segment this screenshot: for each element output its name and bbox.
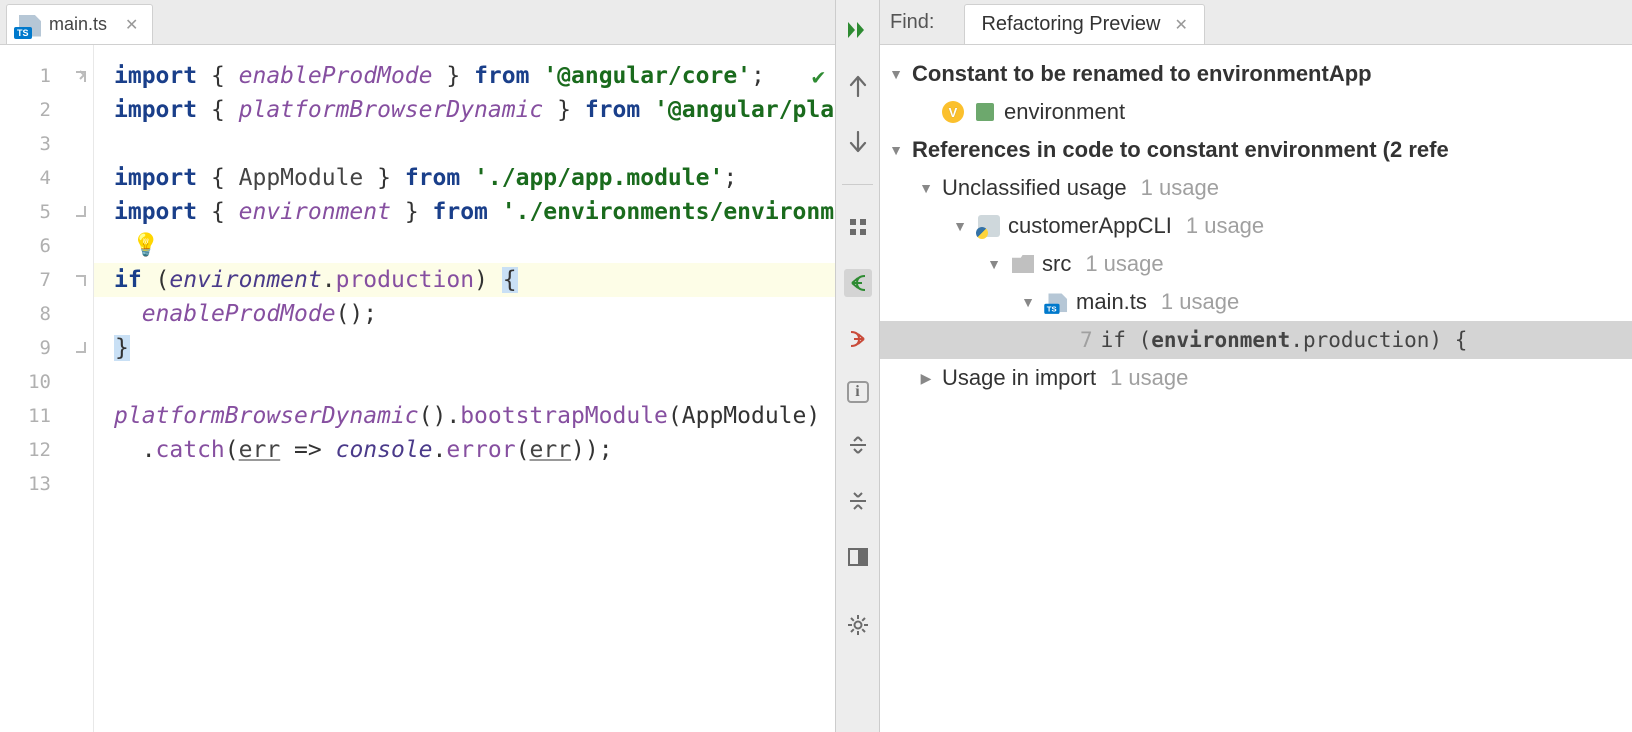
merge-right-icon[interactable]: [844, 325, 872, 353]
expand-icon[interactable]: [844, 487, 872, 515]
fold-marker-icon[interactable]: [75, 69, 89, 83]
tree-heading[interactable]: ▼ Constant to be renamed to environmentA…: [880, 55, 1632, 93]
file-node[interactable]: ▼ TS main.ts 1 usage: [880, 283, 1632, 321]
collapse-icon[interactable]: [844, 431, 872, 459]
side-panel-icon[interactable]: [844, 543, 872, 571]
unclassified-usage-node[interactable]: ▼ Unclassified usage 1 usage: [880, 169, 1632, 207]
close-icon[interactable]: ✕: [1174, 15, 1187, 35]
info-icon[interactable]: i: [847, 381, 869, 403]
editor-tab-bar: TS main.ts ✕: [0, 0, 835, 45]
usage-line-node[interactable]: 7if (environment.production) {: [880, 321, 1632, 359]
find-toolbar: i: [836, 0, 880, 732]
tab-main-ts[interactable]: TS main.ts ✕: [6, 4, 153, 44]
chevron-down-icon[interactable]: ▼: [1018, 294, 1038, 310]
chevron-down-icon[interactable]: ▼: [916, 180, 936, 196]
folder-icon: [1010, 255, 1036, 273]
refactoring-tree[interactable]: ▼ Constant to be renamed to environmentA…: [880, 45, 1632, 732]
fold-marker-icon[interactable]: [75, 341, 89, 355]
chevron-down-icon[interactable]: ▼: [886, 66, 906, 82]
typescript-file-icon: TS: [1044, 290, 1070, 314]
tab-title: Refactoring Preview: [981, 13, 1160, 36]
variable-icon: V: [940, 101, 966, 123]
editor-panel: TS main.ts ✕ 1 2 3 4 5 6 7 8 9 10 11 12 …: [0, 0, 836, 732]
editor-area[interactable]: 1 2 3 4 5 6 7 8 9 10 11 12 13 ✔ import {…: [0, 45, 835, 732]
chevron-down-icon[interactable]: ▼: [950, 218, 970, 234]
constant-icon: [972, 103, 998, 121]
refactoring-preview-tab[interactable]: Refactoring Preview ✕: [964, 4, 1204, 44]
tab-title: main.ts: [49, 14, 107, 35]
lightbulb-icon[interactable]: 💡: [132, 229, 159, 263]
find-panel: Find: Refactoring Preview ✕ ▼ Constant t…: [880, 0, 1632, 732]
merge-left-icon[interactable]: [844, 269, 872, 297]
fold-marker-icon[interactable]: [75, 205, 89, 219]
import-usage-node[interactable]: ▶ Usage in import 1 usage: [880, 359, 1632, 397]
typescript-file-icon: TS: [17, 13, 41, 37]
rename-target-item[interactable]: V environment: [880, 93, 1632, 131]
gutter: 1 2 3 4 5 6 7 8 9 10 11 12 13: [0, 45, 94, 732]
close-icon[interactable]: ✕: [125, 15, 138, 35]
grid-icon[interactable]: [844, 213, 872, 241]
references-heading[interactable]: ▼ References in code to constant environ…: [880, 131, 1632, 169]
arrow-down-icon[interactable]: [844, 128, 872, 156]
chevron-down-icon[interactable]: ▼: [984, 256, 1004, 272]
run-refactor-icon[interactable]: [844, 16, 872, 44]
project-icon: [976, 215, 1002, 237]
code-area[interactable]: ✔ import { enableProdMode } from '@angul…: [94, 45, 835, 732]
arrow-up-icon[interactable]: [844, 72, 872, 100]
project-node[interactable]: ▼ customerAppCLI 1 usage: [880, 207, 1632, 245]
settings-gear-icon[interactable]: [844, 611, 872, 639]
chevron-down-icon[interactable]: ▼: [886, 142, 906, 158]
folder-node[interactable]: ▼ src 1 usage: [880, 245, 1632, 283]
find-header: Find: Refactoring Preview ✕: [880, 0, 1632, 45]
find-panel-wrapper: i Find: Refactoring Preview ✕ ▼ Constant…: [836, 0, 1632, 732]
find-label: Find:: [890, 11, 934, 34]
chevron-right-icon[interactable]: ▶: [916, 370, 936, 387]
fold-marker-icon[interactable]: [75, 273, 89, 287]
